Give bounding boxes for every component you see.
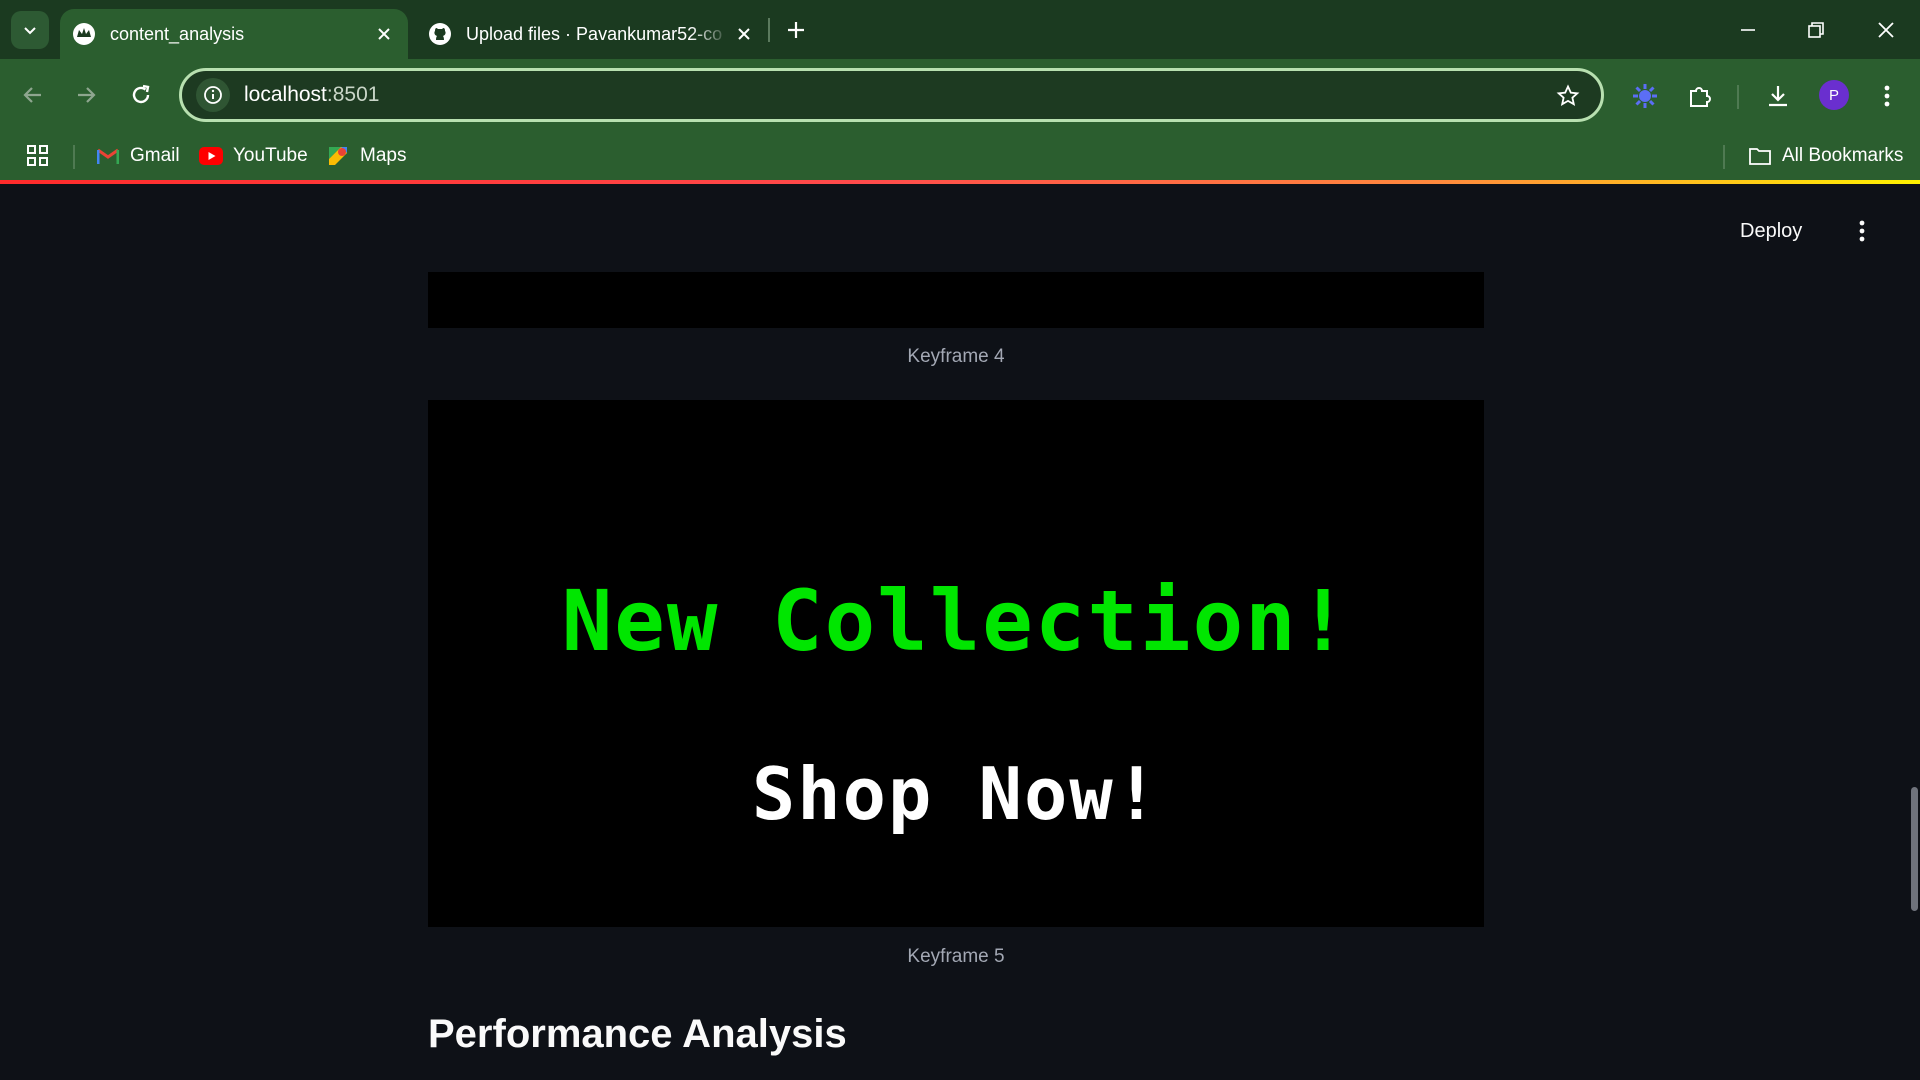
close-icon bbox=[1878, 22, 1894, 38]
apps-grid-icon bbox=[27, 145, 48, 166]
bookmark-label: Gmail bbox=[130, 145, 180, 166]
browser-menu-icon[interactable] bbox=[1870, 79, 1904, 113]
restore-icon bbox=[1808, 22, 1824, 38]
keyframe-4-caption: Keyframe 4 bbox=[907, 346, 1005, 367]
url-host: localhost bbox=[244, 83, 327, 106]
maps-icon bbox=[326, 144, 350, 168]
browser-toolbar: localhost:8501 P bbox=[0, 59, 1920, 132]
bookmark-youtube[interactable]: YouTube bbox=[199, 140, 308, 172]
bookmarks-divider bbox=[73, 145, 75, 169]
reload-button[interactable] bbox=[121, 75, 161, 115]
profile-avatar[interactable]: P bbox=[1819, 80, 1849, 110]
address-bar[interactable]: localhost:8501 bbox=[179, 68, 1604, 122]
streamlit-crown-icon bbox=[72, 22, 96, 46]
bookmark-star-icon[interactable] bbox=[1555, 83, 1581, 109]
keyframe-headline-text: New Collection! bbox=[561, 572, 1351, 670]
minimize-button[interactable] bbox=[1720, 8, 1776, 52]
arrow-right-icon bbox=[78, 87, 96, 103]
url-port: :8501 bbox=[326, 83, 380, 106]
extension-gear-icon[interactable] bbox=[1628, 79, 1662, 113]
tab-title: Upload files · Pavankumar52-co bbox=[466, 23, 723, 44]
url-text[interactable]: localhost:8501 bbox=[244, 83, 379, 107]
all-bookmarks-button[interactable]: All Bookmarks bbox=[1748, 140, 1903, 172]
keyframe-5-image: New Collection! Shop Now! bbox=[428, 400, 1484, 927]
app-viewport: Deploy Keyframe 4 New Collection! Shop N… bbox=[0, 184, 1920, 1080]
section-heading: Performance Analysis bbox=[428, 1012, 847, 1056]
folder-icon bbox=[1748, 144, 1772, 168]
bookmark-label: YouTube bbox=[233, 145, 308, 166]
bookmarks-bar: Gmail YouTube Maps All Bookmarks bbox=[0, 132, 1920, 180]
app-menu-button[interactable] bbox=[1848, 214, 1876, 248]
bookmarks-divider bbox=[1723, 145, 1725, 169]
bookmark-maps[interactable]: Maps bbox=[326, 140, 406, 172]
minimize-icon bbox=[1741, 29, 1755, 31]
tab-search-button[interactable] bbox=[11, 11, 49, 49]
restore-button[interactable] bbox=[1788, 8, 1844, 52]
keyframe-cta-text: Shop Now! bbox=[751, 752, 1161, 836]
apps-button[interactable] bbox=[26, 140, 50, 172]
new-tab-button[interactable] bbox=[778, 12, 814, 48]
tab-title: content_analysis bbox=[110, 23, 245, 44]
arrow-left-icon bbox=[23, 87, 41, 103]
site-info-icon[interactable] bbox=[196, 78, 230, 112]
tab-upload-files[interactable]: Upload files · Pavankumar52-co bbox=[416, 9, 768, 59]
youtube-icon bbox=[199, 144, 223, 168]
gmail-icon bbox=[96, 144, 120, 168]
close-tab-icon[interactable] bbox=[370, 20, 398, 48]
github-icon bbox=[428, 22, 452, 46]
plus-icon bbox=[788, 22, 804, 38]
more-vertical-icon bbox=[1859, 220, 1865, 242]
forward-button[interactable] bbox=[66, 75, 106, 115]
close-window-button[interactable] bbox=[1858, 8, 1914, 52]
bookmark-gmail[interactable]: Gmail bbox=[96, 140, 180, 172]
close-tab-icon[interactable] bbox=[730, 20, 758, 48]
tab-divider bbox=[768, 18, 770, 42]
tab-strip: content_analysis Upload files · Pavankum… bbox=[0, 0, 1920, 59]
extensions-puzzle-icon[interactable] bbox=[1683, 79, 1717, 113]
reload-icon bbox=[132, 84, 150, 104]
tab-content-analysis[interactable]: content_analysis bbox=[60, 9, 408, 59]
keyframe-4-image bbox=[428, 272, 1484, 328]
back-button[interactable] bbox=[13, 75, 53, 115]
download-icon[interactable] bbox=[1761, 79, 1795, 113]
keyframe-5-caption: Keyframe 5 bbox=[907, 946, 1005, 967]
chevron-down-icon bbox=[24, 27, 36, 35]
scrollbar-thumb[interactable] bbox=[1911, 787, 1918, 911]
bookmark-label: Maps bbox=[360, 145, 407, 166]
all-bookmarks-label: All Bookmarks bbox=[1782, 145, 1904, 166]
toolbar-divider bbox=[1737, 85, 1739, 109]
deploy-button[interactable]: Deploy bbox=[1740, 220, 1802, 243]
